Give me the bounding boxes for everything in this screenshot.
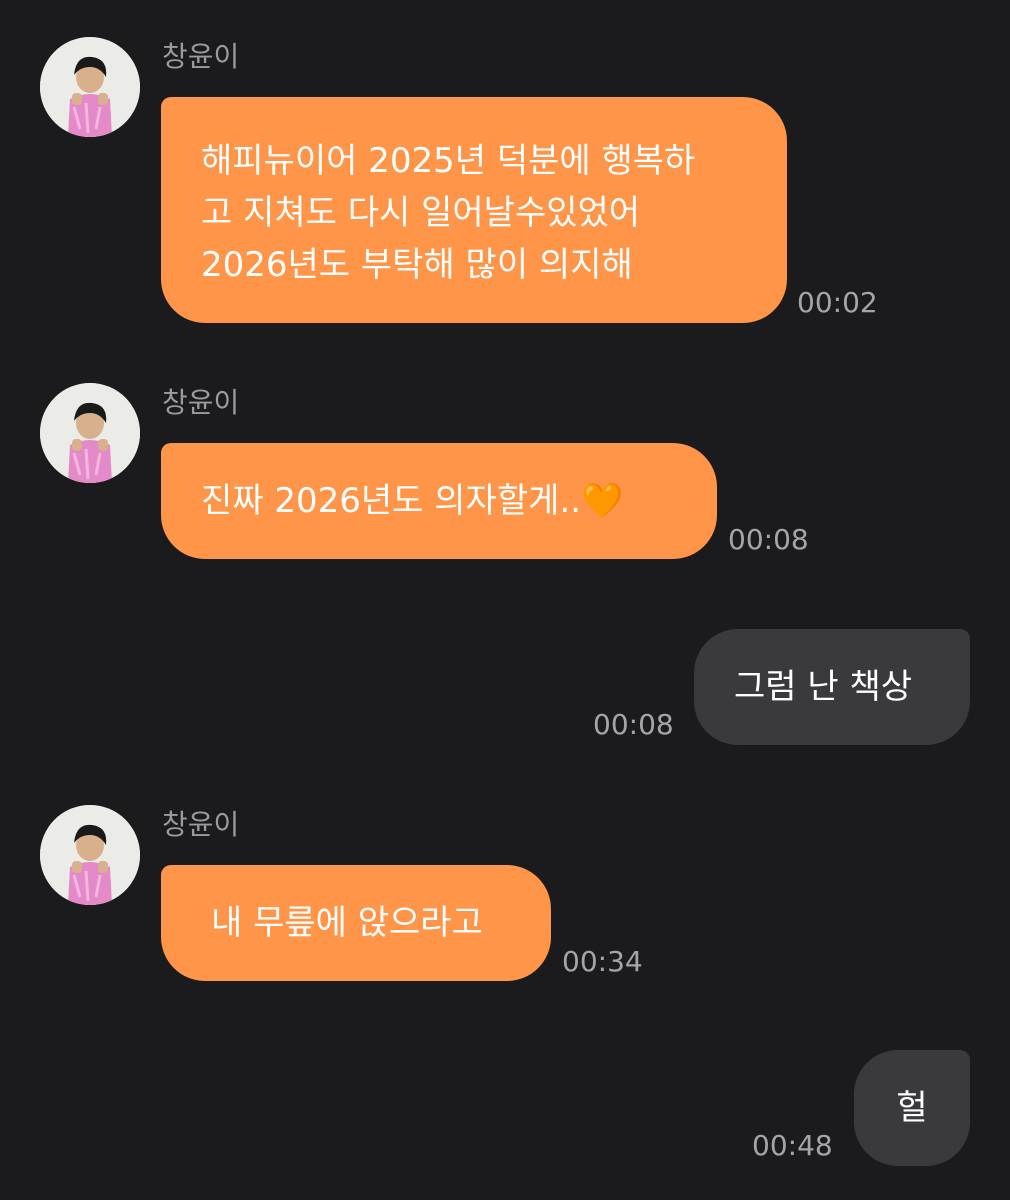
sender-avatar[interactable]: [40, 37, 140, 137]
message-text: 진짜 2026년도 의자할게..🧡: [201, 481, 624, 521]
message-bubble-outgoing[interactable]: 그럼 난 책상: [694, 629, 970, 745]
message-timestamp: 00:34: [562, 945, 643, 978]
message-timestamp: 00:08: [728, 523, 809, 556]
sender-name: 창윤이: [162, 40, 240, 73]
message-bubble-incoming[interactable]: 해피뉴이어 2025년 덕분에 행복하 고 지쳐도 다시 일어날수있었어 202…: [161, 97, 787, 323]
avatar-photo-icon: [40, 383, 140, 483]
sender-avatar[interactable]: [40, 805, 140, 905]
avatar-photo-icon: [40, 37, 140, 137]
message-line: 고 지쳐도 다시 일어날수있었어: [201, 193, 641, 233]
sender-avatar[interactable]: [40, 383, 140, 483]
sender-name: 창윤이: [162, 808, 240, 841]
avatar-photo-icon: [40, 805, 140, 905]
message-timestamp: 00:02: [797, 286, 878, 319]
message-timestamp: 00:48: [752, 1129, 833, 1162]
message-bubble-incoming[interactable]: 진짜 2026년도 의자할게..🧡: [161, 443, 717, 559]
message-bubble-outgoing[interactable]: 헐: [854, 1050, 970, 1166]
message-text: 내 무릎에 앉으라고: [211, 903, 483, 943]
message-text: 그럼 난 책상: [734, 667, 913, 707]
message-line: 해피뉴이어 2025년 덕분에 행복하: [201, 141, 696, 181]
sender-name: 창윤이: [162, 386, 240, 419]
message-timestamp: 00:08: [593, 708, 674, 741]
message-text: 헐: [896, 1088, 928, 1128]
message-bubble-incoming[interactable]: 내 무릎에 앉으라고: [161, 865, 551, 981]
message-line: 2026년도 부탁해 많이 의지해: [201, 245, 633, 285]
